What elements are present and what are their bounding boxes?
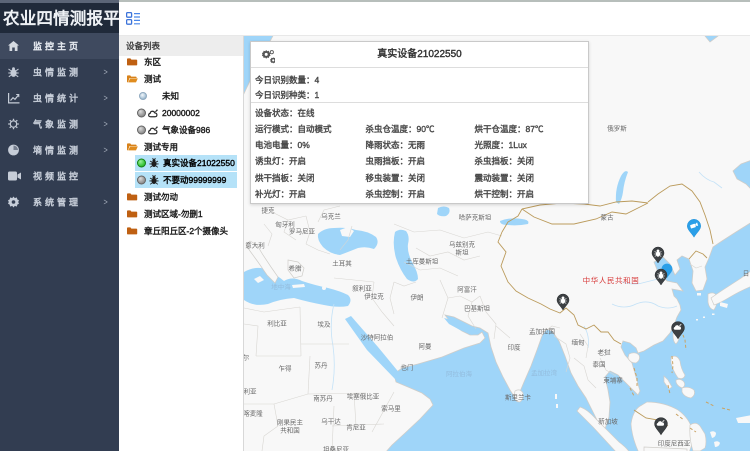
- svg-text:匈牙利: 匈牙利: [275, 220, 295, 229]
- svg-text:印度尼西亚: 印度尼西亚: [658, 439, 691, 448]
- svg-text:伊朗: 伊朗: [411, 293, 424, 302]
- svg-text:伊拉克: 伊拉克: [364, 292, 384, 301]
- svg-text:埃及: 埃及: [318, 320, 332, 329]
- svg-text:阿曼: 阿曼: [419, 342, 433, 351]
- svg-text:土耳其: 土耳其: [332, 259, 352, 268]
- svg-text:蒙古: 蒙古: [601, 213, 615, 222]
- svg-text:柬埔寨: 柬埔寨: [603, 376, 623, 385]
- svg-text:共和国: 共和国: [280, 426, 300, 435]
- svg-text:日: 日: [743, 270, 750, 278]
- svg-text:捷克: 捷克: [262, 206, 276, 215]
- svg-text:土库曼斯坦: 土库曼斯坦: [406, 257, 439, 266]
- svg-text:新加坡: 新加坡: [598, 417, 618, 426]
- svg-text:泰国: 泰国: [593, 360, 606, 369]
- svg-text:利比亚: 利比亚: [267, 319, 287, 328]
- svg-text:肯尼亚: 肯尼亚: [346, 423, 366, 432]
- svg-text:乌克兰: 乌克兰: [321, 212, 341, 221]
- svg-text:斯坦: 斯坦: [456, 248, 470, 257]
- svg-text:阿富汗: 阿富汗: [457, 285, 477, 294]
- svg-text:叙利亚: 叙利亚: [352, 284, 372, 293]
- svg-text:斯里兰卡: 斯里兰卡: [505, 393, 532, 402]
- svg-text:哈萨克斯坦: 哈萨克斯坦: [459, 213, 492, 222]
- svg-text:南苏丹: 南苏丹: [313, 394, 333, 403]
- svg-text:苏丹: 苏丹: [315, 361, 329, 370]
- svg-text:希腊: 希腊: [289, 264, 303, 273]
- svg-text:意大利: 意大利: [245, 241, 265, 250]
- svg-text:尔: 尔: [244, 353, 250, 362]
- svg-text:索马里: 索马里: [381, 404, 401, 413]
- svg-text:沙特阿拉伯: 沙特阿拉伯: [361, 333, 394, 342]
- svg-text:地中海: 地中海: [271, 282, 291, 291]
- svg-text:孟加拉国: 孟加拉国: [529, 327, 555, 336]
- svg-text:乌干达: 乌干达: [321, 417, 341, 426]
- svg-text:罗马尼亚: 罗马尼亚: [289, 228, 316, 236]
- svg-text:喀麦隆: 喀麦隆: [244, 409, 263, 418]
- svg-text:老挝: 老挝: [598, 348, 612, 357]
- svg-text:埃塞俄比亚: 埃塞俄比亚: [347, 392, 380, 401]
- svg-text:阿拉伯海: 阿拉伯海: [446, 369, 473, 378]
- svg-text:缅甸: 缅甸: [572, 338, 585, 347]
- svg-text:乌兹别克: 乌兹别克: [449, 240, 476, 249]
- svg-text:中华人民共和国: 中华人民共和国: [583, 275, 640, 285]
- svg-text:利亚: 利亚: [244, 387, 257, 396]
- svg-text:孟加拉湾: 孟加拉湾: [531, 368, 558, 377]
- svg-text:印度: 印度: [508, 343, 522, 352]
- svg-text:刚果民主: 刚果民主: [277, 418, 304, 427]
- svg-text:巴基斯坦: 巴基斯坦: [464, 304, 491, 313]
- svg-text:乍得: 乍得: [279, 364, 293, 373]
- svg-text:俄罗斯: 俄罗斯: [607, 124, 627, 133]
- svg-text:也门: 也门: [401, 363, 414, 372]
